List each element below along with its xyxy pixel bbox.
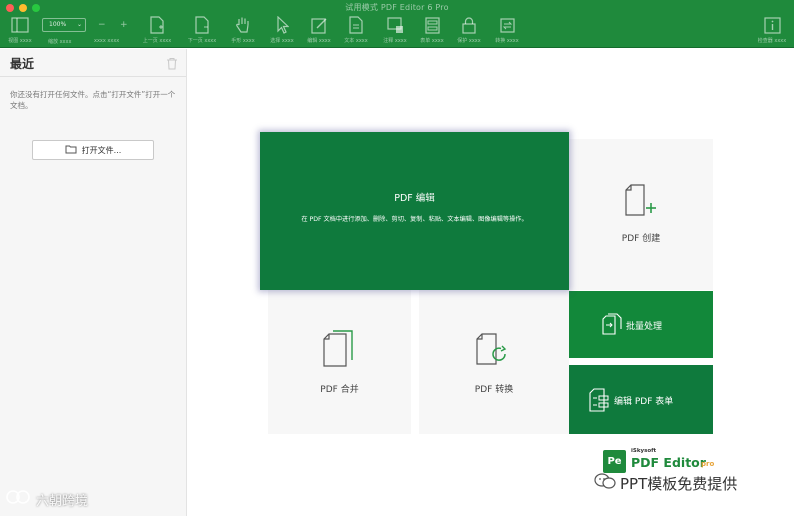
zoom-select[interactable]: 100% ⌄ [42,18,86,32]
inspector-icon [762,15,782,35]
toolbar-comment-button[interactable]: 注释 xxxx [375,15,415,47]
batch-process-card[interactable]: 批量处理 [569,291,713,358]
toolbar-protect-button[interactable]: 保护 xxxx [449,15,489,47]
zoom-label: 缩放 xxxx [48,39,72,45]
zoom-in-button[interactable]: + [120,20,128,30]
zoom-controls-label: xxxx xxxx [94,38,120,44]
form-icon [422,15,442,35]
pdf-merge-card[interactable]: PDF 合并 [268,290,411,434]
corner-watermark: 六朝跨境 [6,489,88,509]
comment-icon [385,15,405,35]
batch-documents-icon [602,313,622,338]
toolbar-select-button[interactable]: 选择 xxxx [262,15,302,47]
wechat-icon [594,472,616,494]
open-file-button[interactable]: 打开文件... [32,140,154,160]
empty-recent-hint: 你还没有打开任何文件。点击“打开文件”打开一个文档。 [10,90,176,110]
zoom-out-button[interactable]: − [98,20,106,30]
toolbar-page-up-button[interactable]: 上一页 xxxx [137,15,177,47]
logo-badge: Pe [603,450,626,473]
pdf-convert-card[interactable]: PDF 转换 [419,290,569,434]
wechat-watermark-text: PPT模板免费提供 [620,474,738,493]
documents-merge-icon [322,330,356,371]
form-document-icon [589,388,609,415]
pdf-merge-label: PDF 合并 [320,385,359,395]
toolbar-form-button[interactable]: 表单 xxxx [412,15,452,47]
folder-icon [65,144,77,156]
page-down-icon [192,15,212,35]
toolbar-hand-button[interactable]: 手形 xxxx [223,15,263,47]
edit-form-card[interactable]: 编辑 PDF 表单 [569,365,713,434]
trash-icon[interactable] [166,57,178,73]
toolbar-view-button[interactable]: 视图 xxxx [0,15,40,47]
pdf-edit-description: 在 PDF 文档中进行添加、删除、剪切、复制、粘贴、文本编辑、图像编辑等操作。 [301,216,528,223]
lock-icon [459,15,479,35]
sidebar-title: 最近 [10,57,35,71]
document-convert-icon [475,332,511,371]
pdf-edit-title: PDF 编辑 [394,193,435,204]
edit-form-label: 编辑 PDF 表单 [614,397,674,407]
corner-watermark-text: 六朝跨境 [36,493,89,509]
edit-icon [309,15,329,35]
logo-edition: pro [701,460,715,468]
toolbar-edit-button[interactable]: 编辑 xxxx [299,15,339,47]
pdf-edit-card[interactable]: PDF 编辑 在 PDF 文档中进行添加、删除、剪切、复制、粘贴、文本编辑、图像… [260,132,569,290]
sidebar-header: 最近 [0,49,186,77]
toolbar-convert-button[interactable]: 转换 xxxx [487,15,527,47]
sidebar-view-icon [10,15,30,35]
logo-brand: iSkysoft [631,448,657,454]
hand-icon [233,15,253,35]
text-icon [346,15,366,35]
pdf-convert-label: PDF 转换 [474,385,514,395]
select-arrow-icon [272,15,292,35]
toolbar-inspector-button[interactable]: 检查器 xxxx [752,15,792,47]
toolbar-text-button[interactable]: 文本 xxxx [336,15,376,47]
pdf-create-label: PDF 创建 [621,234,661,244]
chevron-down-icon: ⌄ [76,21,82,28]
logo-product-name: PDF Editor [631,455,706,470]
batch-process-label: 批量处理 [626,322,663,332]
open-file-label: 打开文件... [81,145,122,155]
toolbar: 试用模式 PDF Editor 6 Pro 视图 xxxx 100% ⌄ 缩放 x… [0,0,794,48]
window-title: 试用模式 PDF Editor 6 Pro [345,3,449,12]
page-up-icon [147,15,167,35]
convert-icon [497,15,517,35]
wechat-watermark: PPT模板免费提供 [594,472,737,494]
pdf-create-card[interactable]: PDF 创建 [569,139,713,290]
toolbar-page-down-button[interactable]: 下一页 xxxx [182,15,222,47]
document-add-icon [624,183,660,222]
watermark-logo-icon [6,489,32,509]
recent-sidebar: 最近 你还没有打开任何文件。点击“打开文件”打开一个文档。 打开文件... [0,49,187,516]
